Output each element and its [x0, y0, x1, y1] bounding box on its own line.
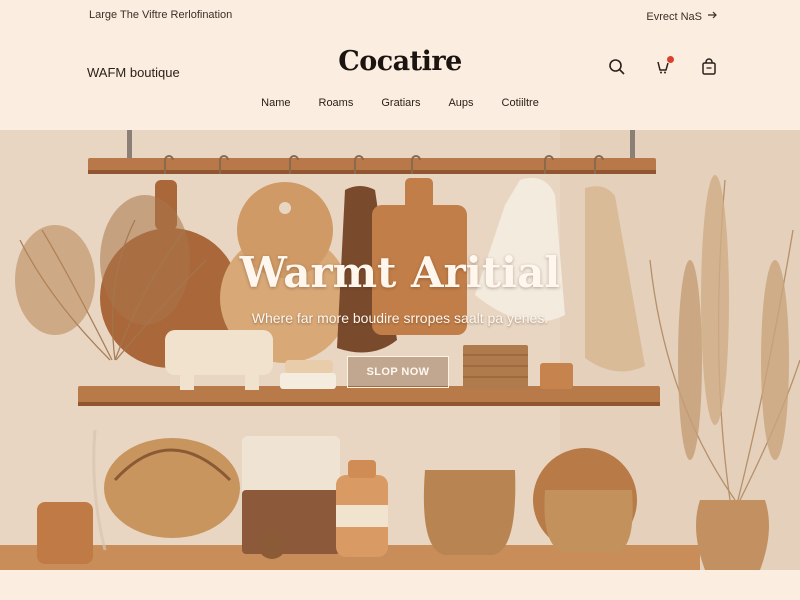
- hero-section: Warmt Aritial Where far more boudire srr…: [0, 130, 800, 570]
- arrow-right-icon: [706, 9, 718, 24]
- nav-item-aups[interactable]: Aups: [448, 97, 473, 109]
- announcement-bar: Large The Viftre Rerlofination Evrect Na…: [0, 0, 800, 30]
- header-icons: [606, 56, 720, 78]
- nav-item-roams[interactable]: Roams: [319, 97, 354, 109]
- hero-title: Warmt Aritial: [239, 248, 561, 297]
- nav-item-gratiars[interactable]: Gratiars: [381, 97, 420, 109]
- site-header: WAFM boutique Cocatire Name Roams Gratia…: [0, 30, 800, 130]
- announcement-link-label: Evrect NaS: [646, 10, 702, 23]
- nav-item-cotiiltre[interactable]: Cotiiltre: [502, 97, 539, 109]
- notification-dot: [667, 56, 674, 63]
- page-bottom-strip: [0, 570, 800, 600]
- hero-subtitle: Where far more boudire srropes saalt pa …: [251, 310, 549, 326]
- announcement-link[interactable]: Evrect NaS: [646, 9, 718, 24]
- nav-item-name[interactable]: Name: [261, 97, 290, 109]
- main-nav: Name Roams Gratiars Aups Cotiiltre: [0, 97, 800, 109]
- announcement-text: Large The Viftre Rerlofination: [89, 9, 233, 21]
- hero-image: [0, 130, 800, 570]
- shop-now-button[interactable]: SLOP NOW: [347, 356, 449, 388]
- notification-icon[interactable]: [652, 56, 674, 78]
- bag-icon[interactable]: [698, 56, 720, 78]
- search-icon[interactable]: [606, 56, 628, 78]
